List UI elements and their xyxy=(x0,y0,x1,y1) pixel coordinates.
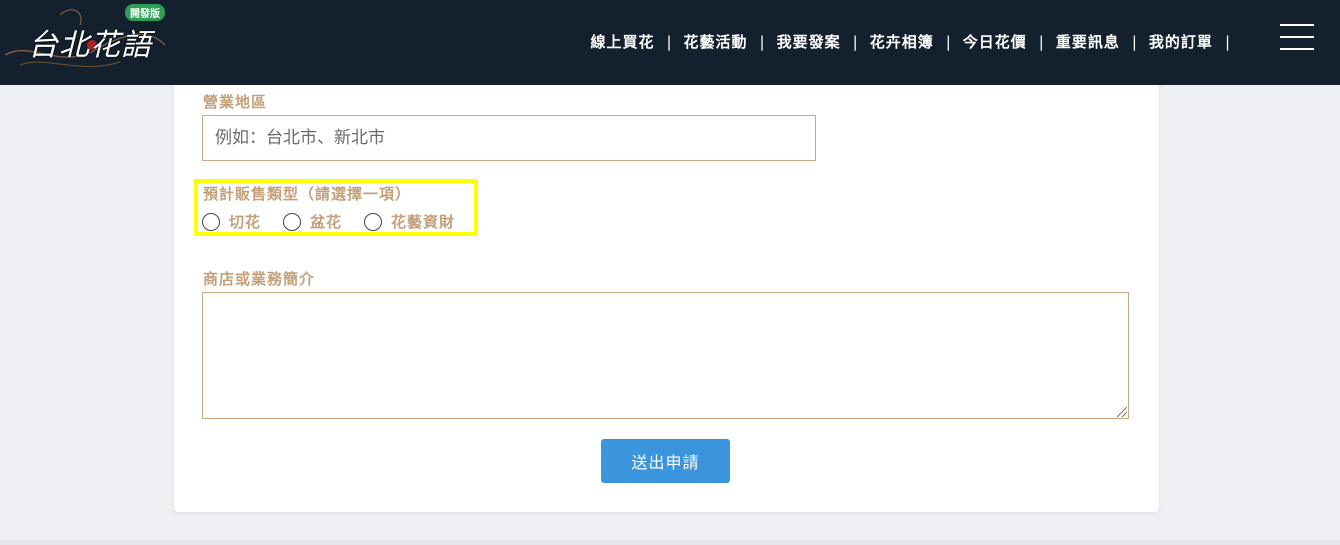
hamburger-line xyxy=(1280,24,1314,26)
intro-label: 商店或業務簡介 xyxy=(203,270,316,288)
hamburger-line xyxy=(1280,48,1314,50)
intro-textarea[interactable] xyxy=(202,292,1129,419)
radio-label: 花藝資財 xyxy=(391,213,456,231)
nav-buy-flowers[interactable]: 線上買花 xyxy=(590,31,654,52)
radio-button[interactable] xyxy=(364,212,383,231)
submit-button[interactable]: 送出申請 xyxy=(601,439,730,483)
radio-cut-flower[interactable]: 切花 xyxy=(202,211,261,232)
site-header: 台北花語 開發版 線上買花 | 花藝活動 | 我要發案 | 花卉相簿 | 今日花… xyxy=(0,0,1340,85)
nav-separator: | xyxy=(852,32,858,51)
radio-button[interactable] xyxy=(202,212,220,231)
radio-label: 盆花 xyxy=(310,213,343,231)
radio-button[interactable] xyxy=(283,212,302,231)
radio-potted-flower[interactable]: 盆花 xyxy=(283,211,342,232)
nav-separator: | xyxy=(1038,32,1044,51)
nav-my-orders[interactable]: 我的訂單 xyxy=(1149,31,1213,52)
radio-floral-supplies[interactable]: 花藝資財 xyxy=(364,211,455,232)
area-input[interactable] xyxy=(202,115,816,161)
area-label: 營業地區 xyxy=(203,93,268,111)
type-label: 預計販售類型（請選擇一項） xyxy=(203,185,412,203)
footer-strip xyxy=(0,540,1340,545)
nav-separator: | xyxy=(666,32,672,51)
resize-grip-icon[interactable] xyxy=(1117,407,1127,417)
nav-post-project[interactable]: 我要發案 xyxy=(777,31,841,52)
nav-separator: | xyxy=(1224,32,1230,51)
dev-badge: 開發版 xyxy=(125,4,165,21)
hamburger-line xyxy=(1280,36,1314,38)
nav-important-news[interactable]: 重要訊息 xyxy=(1056,31,1120,52)
main-nav: 線上買花 | 花藝活動 | 我要發案 | 花卉相簿 | 今日花價 | 重要訊息 … xyxy=(590,31,1242,52)
nav-separator: | xyxy=(1131,32,1137,51)
nav-today-price[interactable]: 今日花價 xyxy=(963,31,1027,52)
logo-text: 台北花語 xyxy=(28,28,152,63)
nav-floral-events[interactable]: 花藝活動 xyxy=(684,31,748,52)
hamburger-icon[interactable] xyxy=(1280,24,1314,50)
type-radio-group: 切花 盆花 花藝資財 xyxy=(202,211,477,232)
radio-label: 切花 xyxy=(229,213,262,231)
nav-flower-album[interactable]: 花卉相簿 xyxy=(870,31,934,52)
nav-separator: | xyxy=(945,32,951,51)
nav-separator: | xyxy=(759,32,765,51)
site-logo[interactable]: 台北花語 開發版 xyxy=(0,0,175,80)
